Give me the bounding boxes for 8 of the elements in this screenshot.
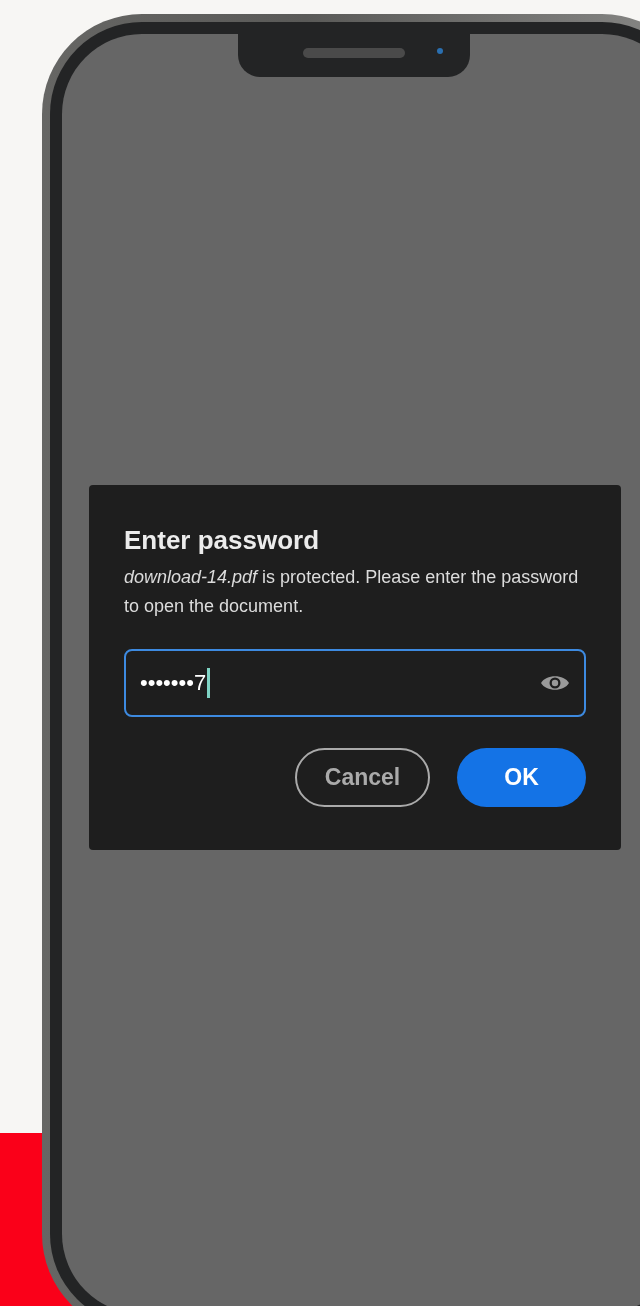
camera-icon [437,48,443,54]
speaker-icon [303,48,405,58]
dialog-message: download-14.pdf is protected. Please enter the password to open the document. [124,566,580,618]
password-field[interactable]: •••••••7 [124,649,586,717]
cancel-button[interactable]: Cancel [295,748,430,807]
dialog-title: Enter password [124,524,321,557]
eye-icon[interactable] [540,673,570,693]
ok-button[interactable]: OK [457,748,586,807]
